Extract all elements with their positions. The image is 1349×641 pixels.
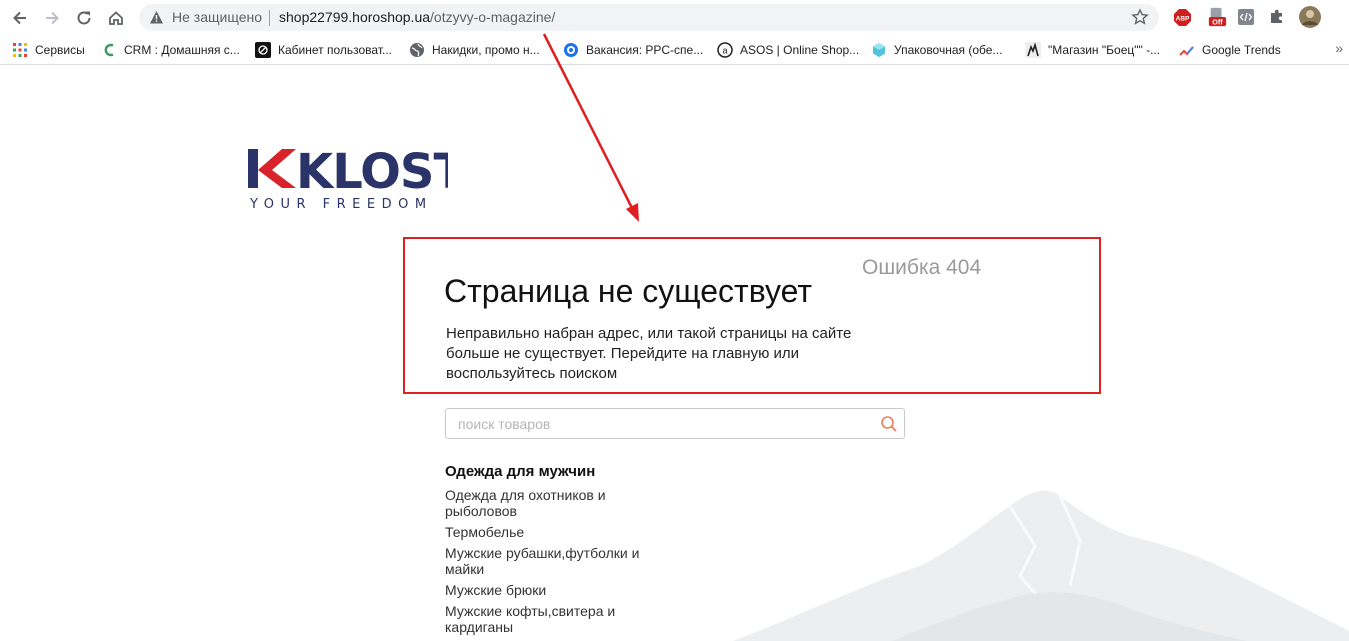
- category-link[interactable]: Термобелье: [445, 524, 655, 540]
- globe-icon: [409, 42, 425, 58]
- bookmark-label: Упаковочная (обе...: [894, 43, 1003, 57]
- package-icon: [871, 42, 887, 58]
- adblock-extension[interactable]: ABP: [1172, 7, 1192, 27]
- bookmark-boets[interactable]: "Магазин "Боец"" -...: [1025, 41, 1160, 59]
- puzzle-icon: [1271, 9, 1282, 23]
- bookmarks-overflow-button[interactable]: »: [1335, 40, 1343, 56]
- bookmark-label: Google Trends: [1202, 43, 1281, 57]
- error-code: Ошибка 404: [862, 256, 982, 279]
- bookmark-label: Сервисы: [35, 43, 85, 57]
- page-content: KLOST YOUR FREEDOM Ошибка 404 Страница н…: [0, 66, 1349, 641]
- bookmark-label: ASOS | Online Shop...: [740, 43, 860, 57]
- code-icon: [1238, 9, 1254, 25]
- bookmark-label: Накидки, промо н...: [432, 43, 540, 57]
- error-description: Неправильно набран адрес, или такой стра…: [446, 325, 852, 382]
- off-extension[interactable]: Off: [1207, 7, 1227, 27]
- home-button[interactable]: [104, 6, 128, 30]
- reload-icon: [77, 11, 91, 25]
- svg-text:Off: Off: [1212, 17, 1223, 26]
- forward-button[interactable]: [40, 6, 64, 30]
- bookmark-label: "Магазин "Боец"" -...: [1048, 43, 1161, 57]
- bookmark-vacancy[interactable]: Вакансия: PPC-спе...: [563, 41, 703, 59]
- asos-icon: a: [717, 42, 733, 58]
- devtools-extension[interactable]: [1236, 7, 1256, 27]
- extensions-button[interactable]: [1267, 7, 1287, 27]
- cabinet-icon: [255, 42, 271, 58]
- apps-grid-icon: [12, 42, 28, 58]
- url-host: shop22799.horoshop.ua: [279, 9, 431, 25]
- mountain-background: [733, 490, 1349, 641]
- bookmark-cabinet[interactable]: Кабинет пользоват...: [255, 41, 392, 59]
- category-link[interactable]: Одежда для охотников и рыболовов: [445, 487, 655, 519]
- search-box: [445, 408, 905, 439]
- warning-icon[interactable]: [149, 10, 164, 25]
- home-icon: [109, 11, 123, 25]
- bookmark-package[interactable]: Упаковочная (обе...: [871, 41, 1002, 59]
- bookmark-label: CRM : Домашняя с...: [124, 43, 240, 57]
- bookmark-asos[interactable]: a ASOS | Online Shop...: [717, 41, 859, 59]
- site-logo[interactable]: KLOST: [248, 146, 448, 196]
- search-input[interactable]: [446, 409, 866, 438]
- address-bar[interactable]: Не защищено shop22799.horoshop.ua/otzyvy…: [139, 4, 1159, 31]
- category-link[interactable]: Мужские кофты,свитера и кардиганы: [445, 603, 655, 635]
- back-button[interactable]: [8, 6, 32, 30]
- bookmarks-bar: Сервисы CRM : Домашняя с... Кабинет поль…: [0, 35, 1349, 65]
- back-arrow-icon: [13, 11, 26, 25]
- bookmark-services[interactable]: Сервисы: [12, 41, 85, 59]
- bookmark-label: Кабинет пользоват...: [278, 43, 392, 57]
- security-status[interactable]: Не защищено: [172, 9, 262, 25]
- trends-icon: [1179, 42, 1195, 58]
- crm-icon: [101, 42, 117, 58]
- url-path: /otzyvy-o-magazine/: [430, 9, 556, 25]
- svg-text:a: a: [722, 46, 727, 56]
- profile-avatar[interactable]: [1299, 6, 1321, 28]
- fighter-icon: [1025, 42, 1041, 58]
- category-link[interactable]: Мужские рубашки,футболки и майки: [445, 545, 655, 577]
- category-list: Одежда для охотников и рыболовов Термобе…: [445, 487, 655, 640]
- logo-tagline: YOUR FREEDOM: [250, 197, 433, 212]
- adblock-icon: ABP: [1173, 8, 1191, 26]
- off-extension-icon: Off: [1208, 7, 1227, 26]
- bookmark-crm[interactable]: CRM : Домашняя с...: [101, 41, 240, 59]
- bookmark-label: Вакансия: PPC-спе...: [586, 43, 704, 57]
- forward-arrow-icon: [46, 11, 59, 25]
- svg-text:ABP: ABP: [1175, 15, 1189, 22]
- url-text[interactable]: shop22799.horoshop.ua/otzyvy-o-magazine/: [279, 9, 555, 25]
- logo-text: KLOST: [296, 146, 448, 196]
- browser-toolbar: Не защищено shop22799.horoshop.ua/otzyvy…: [0, 0, 1349, 35]
- bookmark-nakidki[interactable]: Накидки, промо н...: [409, 41, 540, 59]
- search-icon[interactable]: [880, 415, 898, 433]
- address-divider: [269, 10, 270, 26]
- category-link[interactable]: Мужские брюки: [445, 582, 655, 598]
- avatar-icon: [1299, 6, 1321, 28]
- bookmark-star-icon[interactable]: [1131, 8, 1149, 26]
- target-icon: [563, 42, 579, 58]
- page-title: Страница не существует: [444, 273, 813, 309]
- bookmark-google-trends[interactable]: Google Trends: [1179, 41, 1281, 59]
- reload-button[interactable]: [72, 6, 96, 30]
- category-heading[interactable]: Одежда для мужчин: [445, 463, 595, 480]
